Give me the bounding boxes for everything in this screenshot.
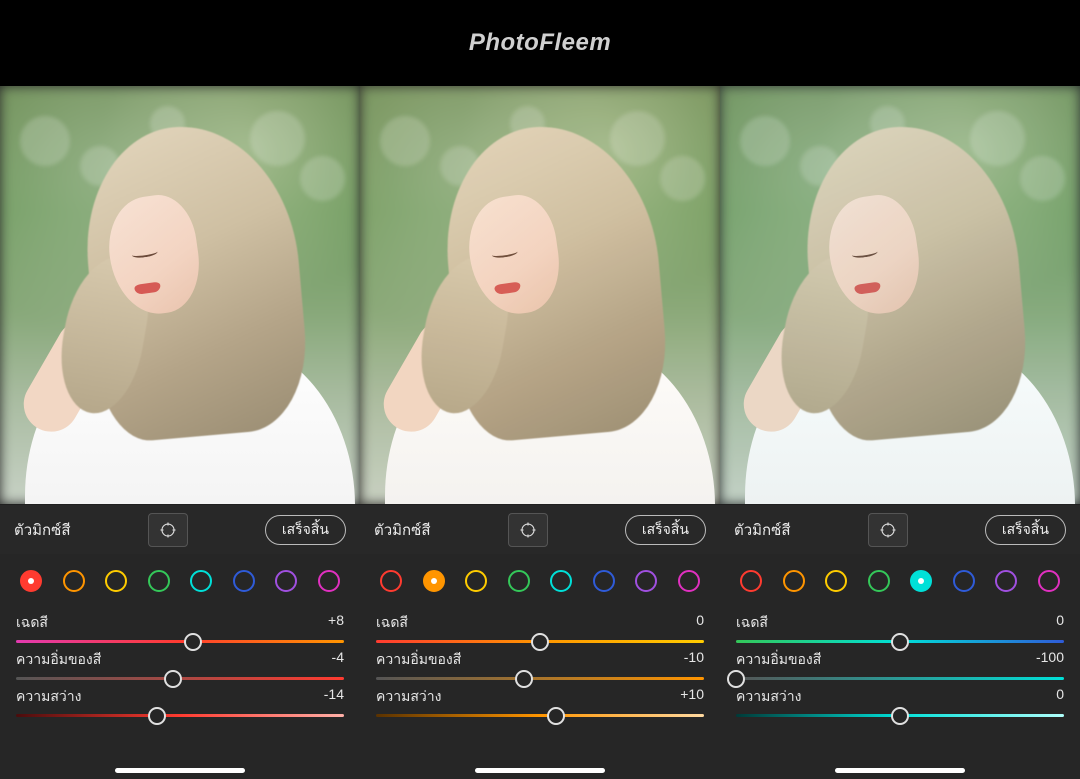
swatch-yellow[interactable] <box>825 570 847 592</box>
swatch-blue[interactable] <box>593 570 615 592</box>
color-mix-toolbar: ตัวมิกซ์สี เสร็จสิ้น <box>0 504 360 554</box>
slider-value: +8 <box>328 612 344 634</box>
swatch-green[interactable] <box>868 570 890 592</box>
editor-panel: ตัวมิกซ์สี เสร็จสิ้น เฉดสี 0 ความอิ่มของ… <box>360 86 720 779</box>
swatch-blue[interactable] <box>233 570 255 592</box>
swatch-aqua[interactable] <box>910 570 932 592</box>
slider-value: -10 <box>684 649 704 671</box>
slider-value: -4 <box>332 649 344 671</box>
slider-row: ความสว่าง 0 <box>736 686 1064 717</box>
slider-track[interactable] <box>16 677 344 680</box>
done-button[interactable]: เสร็จสิ้น <box>625 515 706 545</box>
slider-value: 0 <box>1056 612 1064 634</box>
slider-thumb[interactable] <box>727 670 745 688</box>
swatch-green[interactable] <box>148 570 170 592</box>
home-indicator <box>115 768 245 773</box>
target-adjust-button[interactable] <box>148 513 188 547</box>
swatch-orange[interactable] <box>63 570 85 592</box>
sliders-group: เฉดสี 0 ความอิ่มของสี -100 ความสว่าง 0 <box>720 608 1080 779</box>
slider-label: ความอิ่มของสี <box>376 649 461 671</box>
slider-track[interactable] <box>376 677 704 680</box>
brand-title: PhotoFleem <box>469 29 611 57</box>
slider-track[interactable] <box>376 714 704 717</box>
sliders-group: เฉดสี 0 ความอิ่มของสี -10 ความสว่าง +10 <box>360 608 720 779</box>
slider-row: ความอิ่มของสี -10 <box>376 649 704 680</box>
slider-value: 0 <box>1056 686 1064 708</box>
swatch-orange[interactable] <box>423 570 445 592</box>
photo-preview <box>720 86 1080 504</box>
slider-value: -14 <box>324 686 344 708</box>
slider-track[interactable] <box>376 640 704 643</box>
swatch-aqua[interactable] <box>190 570 212 592</box>
toolbar-title: ตัวมิกซ์สี <box>374 518 430 542</box>
color-mix-toolbar: ตัวมิกซ์สี เสร็จสิ้น <box>360 504 720 554</box>
toolbar-title: ตัวมิกซ์สี <box>14 518 70 542</box>
swatch-red[interactable] <box>740 570 762 592</box>
slider-thumb[interactable] <box>891 633 909 651</box>
slider-value: -100 <box>1036 649 1064 671</box>
slider-row: เฉดสี 0 <box>736 612 1064 643</box>
slider-label: ความอิ่มของสี <box>16 649 101 671</box>
swatch-magenta[interactable] <box>318 570 340 592</box>
slider-track[interactable] <box>736 640 1064 643</box>
photo-preview <box>0 86 360 504</box>
swatch-red[interactable] <box>380 570 402 592</box>
slider-label: ความสว่าง <box>16 686 81 708</box>
target-adjust-button[interactable] <box>508 513 548 547</box>
done-button[interactable]: เสร็จสิ้น <box>985 515 1066 545</box>
target-adjust-button[interactable] <box>868 513 908 547</box>
done-button[interactable]: เสร็จสิ้น <box>265 515 346 545</box>
slider-track[interactable] <box>16 714 344 717</box>
swatch-green[interactable] <box>508 570 530 592</box>
slider-row: ความอิ่มของสี -4 <box>16 649 344 680</box>
slider-label: เฉดสี <box>16 612 48 634</box>
slider-row: ความอิ่มของสี -100 <box>736 649 1064 680</box>
slider-track[interactable] <box>736 677 1064 680</box>
swatch-yellow[interactable] <box>105 570 127 592</box>
slider-track[interactable] <box>16 640 344 643</box>
slider-value: +10 <box>680 686 704 708</box>
slider-label: ความสว่าง <box>736 686 801 708</box>
slider-thumb[interactable] <box>531 633 549 651</box>
slider-value: 0 <box>696 612 704 634</box>
slider-label: ความสว่าง <box>376 686 441 708</box>
swatch-orange[interactable] <box>783 570 805 592</box>
toolbar-title: ตัวมิกซ์สี <box>734 518 790 542</box>
color-swatch-row <box>360 554 720 608</box>
slider-thumb[interactable] <box>184 633 202 651</box>
slider-track[interactable] <box>736 714 1064 717</box>
sliders-group: เฉดสี +8 ความอิ่มของสี -4 ความสว่าง -14 <box>0 608 360 779</box>
swatch-magenta[interactable] <box>678 570 700 592</box>
swatch-yellow[interactable] <box>465 570 487 592</box>
panels-row: ตัวมิกซ์สี เสร็จสิ้น เฉดสี +8 ความอิ่มขอ… <box>0 86 1080 779</box>
slider-thumb[interactable] <box>148 707 166 725</box>
swatch-purple[interactable] <box>275 570 297 592</box>
slider-thumb[interactable] <box>547 707 565 725</box>
swatch-magenta[interactable] <box>1038 570 1060 592</box>
slider-thumb[interactable] <box>891 707 909 725</box>
slider-label: เฉดสี <box>736 612 768 634</box>
slider-thumb[interactable] <box>164 670 182 688</box>
color-mix-toolbar: ตัวมิกซ์สี เสร็จสิ้น <box>720 504 1080 554</box>
slider-thumb[interactable] <box>515 670 533 688</box>
slider-row: เฉดสี +8 <box>16 612 344 643</box>
home-indicator <box>835 768 965 773</box>
swatch-blue[interactable] <box>953 570 975 592</box>
color-swatch-row <box>720 554 1080 608</box>
swatch-red[interactable] <box>20 570 42 592</box>
slider-label: เฉดสี <box>376 612 408 634</box>
slider-label: ความอิ่มของสี <box>736 649 821 671</box>
photo-preview <box>360 86 720 504</box>
editor-panel: ตัวมิกซ์สี เสร็จสิ้น เฉดสี +8 ความอิ่มขอ… <box>0 86 360 779</box>
swatch-aqua[interactable] <box>550 570 572 592</box>
color-swatch-row <box>0 554 360 608</box>
slider-row: ความสว่าง -14 <box>16 686 344 717</box>
slider-row: ความสว่าง +10 <box>376 686 704 717</box>
header: PhotoFleem <box>0 0 1080 86</box>
swatch-purple[interactable] <box>635 570 657 592</box>
home-indicator <box>475 768 605 773</box>
swatch-purple[interactable] <box>995 570 1017 592</box>
slider-row: เฉดสี 0 <box>376 612 704 643</box>
editor-panel: ตัวมิกซ์สี เสร็จสิ้น เฉดสี 0 ความอิ่มของ… <box>720 86 1080 779</box>
